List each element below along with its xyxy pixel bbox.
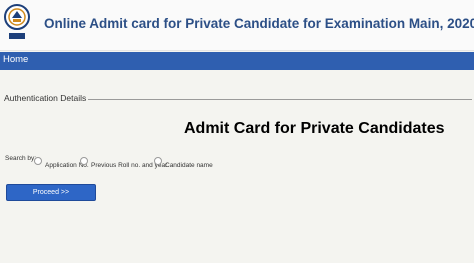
cbse-logo [4, 4, 30, 39]
site-title: Online Admit card for Private Candidate … [44, 16, 474, 31]
application-no-radio[interactable] [34, 157, 42, 165]
page-title: Admit Card for Private Candidates [184, 120, 445, 137]
site-header: Online Admit card for Private Candidate … [0, 0, 474, 51]
radio-option-candidate-name[interactable]: Candidate name [154, 157, 213, 169]
fieldset-legend: Authentication Details [2, 93, 89, 103]
nav-home-link[interactable]: Home [3, 54, 28, 65]
candidate-name-radio[interactable] [154, 157, 162, 165]
proceed-button[interactable]: Proceed >> [6, 184, 96, 201]
search-by-label: Search by: [5, 155, 37, 162]
navbar: Home [0, 52, 474, 70]
candidate-name-label: Candidate name [165, 162, 213, 169]
previous-roll-radio[interactable] [80, 157, 88, 165]
